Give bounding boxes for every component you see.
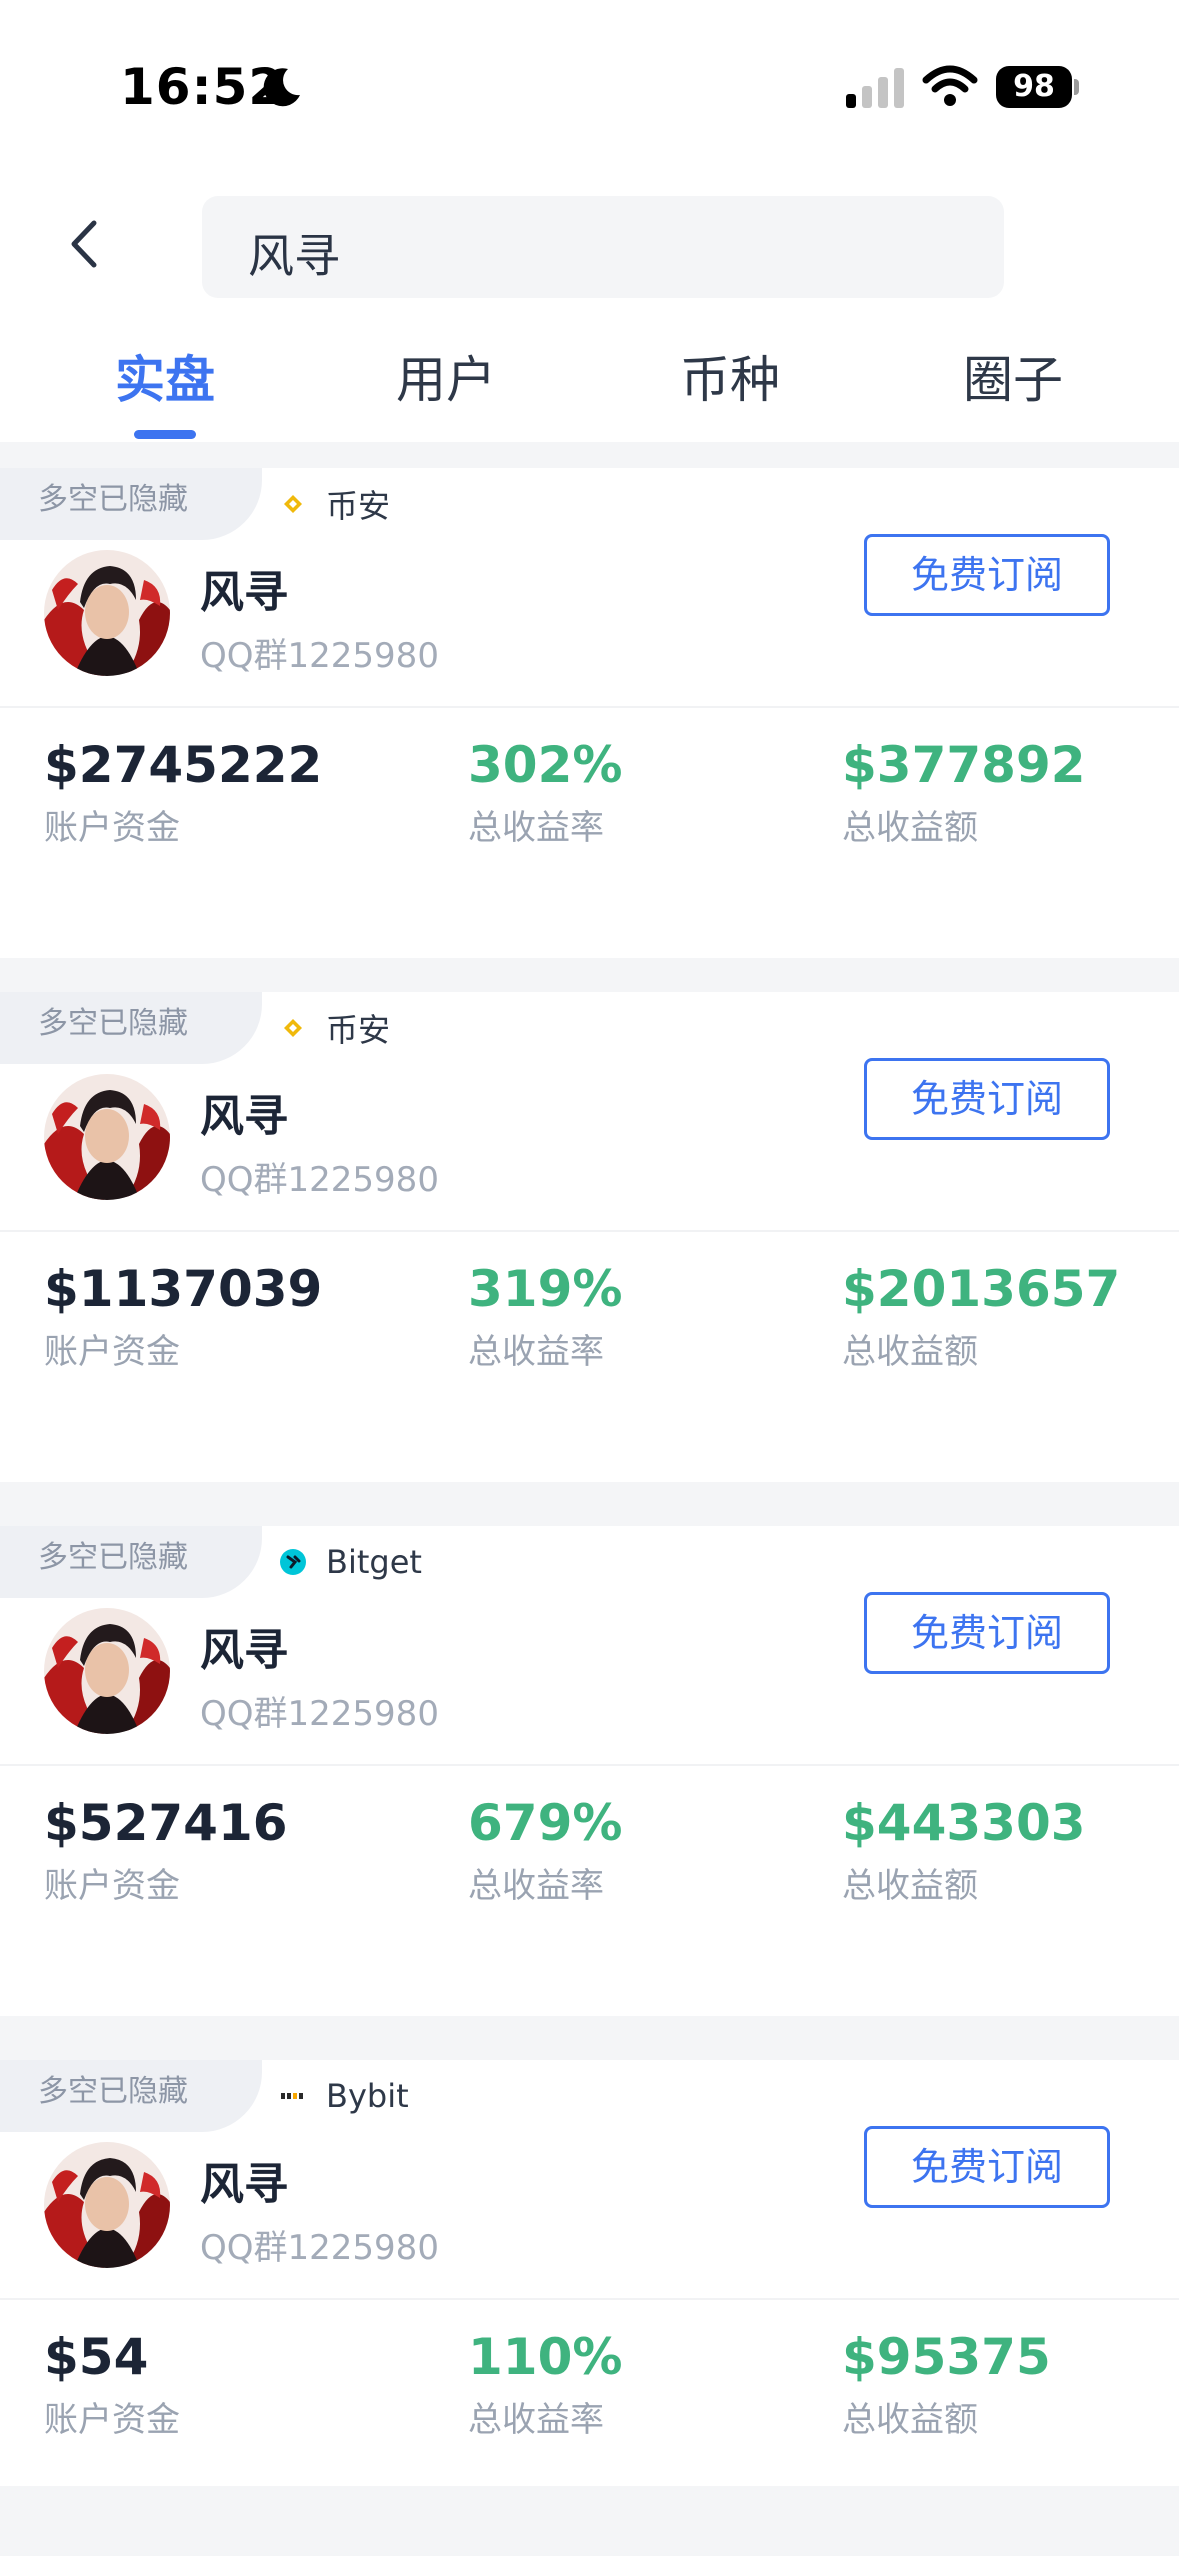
avatar[interactable] <box>44 2142 170 2268</box>
trader-name: 风寻 <box>200 567 288 618</box>
profit-value: $377892 <box>842 736 1086 794</box>
divider <box>0 1764 1179 1766</box>
chevron-left-icon <box>71 220 97 268</box>
account-label: 账户资金 <box>44 2400 180 2440</box>
moon-icon <box>263 68 300 107</box>
position-hidden-tag: 多空已隐藏 <box>0 992 262 1064</box>
trader-card[interactable]: 多空已隐藏 币安 风寻 QQ群1225980 免费订阅 $2745222 账户资… <box>0 468 1179 958</box>
roi-label: 总收益率 <box>468 1332 604 1372</box>
cellular-signal-icon <box>846 68 904 108</box>
exchange-name: 币安 <box>326 1011 391 1049</box>
roi-value: 302% <box>468 736 623 794</box>
battery-tip <box>1074 79 1079 95</box>
bybit-icon <box>278 2081 308 2111</box>
binance-icon <box>278 1013 308 1043</box>
trader-card[interactable]: 多空已隐藏 Bitget 风寻 QQ群1225980 免费订阅 $527416 … <box>0 1526 1179 2016</box>
binance-icon <box>278 489 308 519</box>
search-query: 风寻 <box>248 229 340 283</box>
roi-label: 总收益率 <box>468 2400 604 2440</box>
header-area: 16:52 98 风寻 实盘 用户 币种 圈子 <box>0 0 1179 442</box>
account-value: $2745222 <box>44 736 323 794</box>
trader-subtitle: QQ群1225980 <box>200 1160 439 1200</box>
account-label: 账户资金 <box>44 1866 180 1906</box>
battery-level: 98 <box>996 66 1072 108</box>
position-hidden-tag: 多空已隐藏 <box>0 1526 262 1598</box>
position-hidden-tag: 多空已隐藏 <box>0 468 262 540</box>
roi-value: 110% <box>468 2328 623 2386</box>
subscribe-button[interactable]: 免费订阅 <box>864 1058 1110 1140</box>
tab-real-trading[interactable]: 实盘 <box>95 340 235 412</box>
account-label: 账户资金 <box>44 1332 180 1372</box>
profit-label: 总收益额 <box>842 1866 978 1906</box>
tab-circles[interactable]: 圈子 <box>943 340 1083 412</box>
trader-card[interactable]: 多空已隐藏 币安 风寻 QQ群1225980 免费订阅 $1137039 账户资… <box>0 992 1179 1482</box>
trader-subtitle: QQ群1225980 <box>200 636 439 676</box>
trader-name: 风寻 <box>200 1091 288 1142</box>
exchange-name: Bybit <box>326 2077 409 2115</box>
roi-value: 679% <box>468 1794 623 1852</box>
profit-label: 总收益额 <box>842 1332 978 1372</box>
bitget-icon <box>278 1547 308 1577</box>
avatar[interactable] <box>44 1074 170 1200</box>
account-value: $527416 <box>44 1794 288 1852</box>
avatar[interactable] <box>44 550 170 676</box>
exchange-label: Bitget <box>278 1538 422 1586</box>
divider <box>0 2298 1179 2300</box>
subscribe-button[interactable]: 免费订阅 <box>864 534 1110 616</box>
trader-subtitle: QQ群1225980 <box>200 2228 439 2268</box>
exchange-label: 币安 <box>278 1004 390 1052</box>
trader-name: 风寻 <box>200 2159 288 2210</box>
tab-coins[interactable]: 币种 <box>660 340 800 412</box>
account-label: 账户资金 <box>44 808 180 848</box>
divider <box>0 1230 1179 1232</box>
wifi-icon <box>922 65 978 106</box>
roi-label: 总收益率 <box>468 1866 604 1906</box>
roi-value: 319% <box>468 1260 623 1318</box>
search-input[interactable]: 风寻 <box>202 196 1004 298</box>
profit-label: 总收益额 <box>842 2400 978 2440</box>
back-button[interactable] <box>54 214 114 274</box>
subscribe-button[interactable]: 免费订阅 <box>864 2126 1110 2208</box>
account-value: $54 <box>44 2328 149 2386</box>
account-value: $1137039 <box>44 1260 323 1318</box>
position-hidden-tag: 多空已隐藏 <box>0 2060 262 2132</box>
exchange-name: Bitget <box>326 1543 422 1581</box>
trader-name: 风寻 <box>200 1625 288 1676</box>
exchange-name: 币安 <box>326 487 391 525</box>
divider <box>0 706 1179 708</box>
roi-label: 总收益率 <box>468 808 604 848</box>
profit-value: $95375 <box>842 2328 1051 2386</box>
trader-card[interactable]: 多空已隐藏 Bybit 风寻 QQ群1225980 免费订阅 $54 账户资金 … <box>0 2060 1179 2486</box>
avatar[interactable] <box>44 1608 170 1734</box>
tab-users[interactable]: 用户 <box>376 340 516 412</box>
profit-value: $443303 <box>842 1794 1086 1852</box>
exchange-label: 币安 <box>278 480 390 528</box>
profit-label: 总收益额 <box>842 808 978 848</box>
exchange-label: Bybit <box>278 2072 409 2120</box>
subscribe-button[interactable]: 免费订阅 <box>864 1592 1110 1674</box>
active-tab-indicator <box>134 430 196 439</box>
trader-subtitle: QQ群1225980 <box>200 1694 439 1734</box>
battery-icon: 98 <box>996 66 1079 108</box>
profit-value: $2013657 <box>842 1260 1121 1318</box>
